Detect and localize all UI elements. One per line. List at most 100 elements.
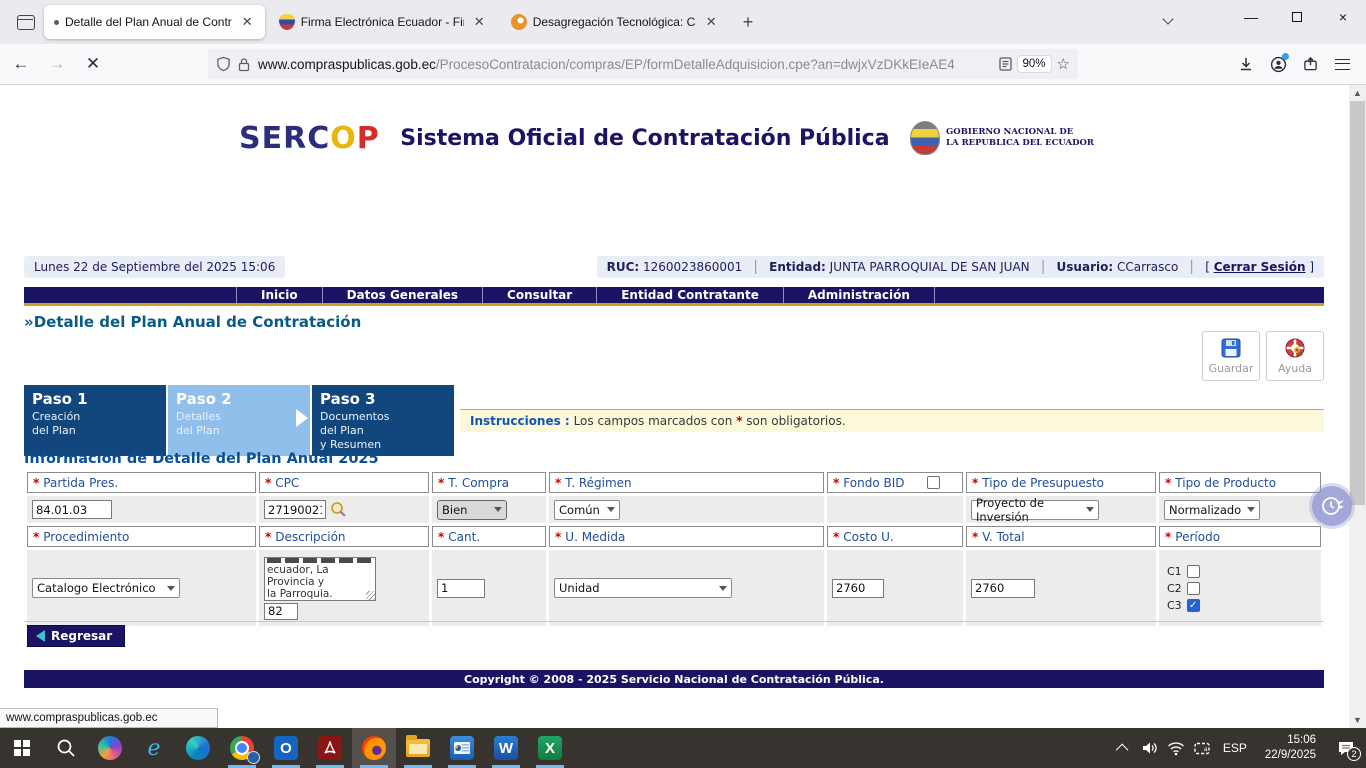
cpc-search-icon[interactable] <box>330 501 347 518</box>
search-button[interactable] <box>44 728 88 768</box>
logout-link[interactable]: Cerrar Sesión <box>1214 260 1306 274</box>
edge-button[interactable] <box>176 728 220 768</box>
internet-explorer-button[interactable]: e <box>132 728 176 768</box>
periodo-c1-checkbox[interactable] <box>1187 565 1200 578</box>
presentation-app-icon <box>450 736 474 760</box>
menu-item-consultar[interactable]: Consultar <box>482 287 596 303</box>
url-text[interactable]: www.compraspublicas.gob.ec/ProcesoContra… <box>258 57 999 72</box>
page-scrollbar[interactable]: ▲ ▼ <box>1349 85 1366 728</box>
main-menu: Inicio Datos Generales Consultar Entidad… <box>24 287 1324 306</box>
v-total-input[interactable] <box>971 579 1035 598</box>
downloads-icon[interactable] <box>1230 49 1262 79</box>
tab-close-icon[interactable]: ✕ <box>702 12 721 32</box>
save-button[interactable]: Guardar <box>1202 331 1260 381</box>
menu-item-inicio[interactable]: Inicio <box>236 287 322 303</box>
resize-grip-icon[interactable] <box>366 591 375 600</box>
presentation-app-button[interactable] <box>440 728 484 768</box>
start-button[interactable] <box>0 728 44 768</box>
step-3[interactable]: Paso 3 Documentos del Plan y Resumen <box>312 385 454 456</box>
partida-pres-input[interactable] <box>32 500 112 519</box>
forward-button[interactable]: → <box>42 50 72 78</box>
firefox-view-icon[interactable] <box>12 9 38 35</box>
tab-close-icon[interactable]: ✕ <box>238 12 257 32</box>
cell-tipo-producto: Normalizado <box>1159 496 1321 523</box>
save-to-pocket-icon[interactable] <box>1294 49 1326 79</box>
page-header: SERCOP Sistema Oficial de Contratación P… <box>24 103 1324 173</box>
display-cast-icon[interactable]: a <box>1189 728 1215 768</box>
cpc-input[interactable] <box>264 500 326 519</box>
maximize-button[interactable] <box>1274 0 1320 34</box>
tab-firma-electronica[interactable]: Firma Electrónica Ecuador - Firn ✕ <box>269 5 497 39</box>
header-procedimiento: *Procedimiento <box>27 526 256 547</box>
zoom-level-badge[interactable]: 90% <box>1018 56 1051 72</box>
cell-fondo-bid <box>827 496 963 523</box>
acrobat-icon <box>318 736 342 760</box>
header-costo-u: *Costo U. <box>827 526 963 547</box>
file-explorer-button[interactable] <box>396 728 440 768</box>
account-icon[interactable] <box>1262 49 1294 79</box>
menu-item-datos-generales[interactable]: Datos Generales <box>322 287 482 303</box>
procedimiento-select[interactable]: Catalogo Electrónico <box>32 578 180 598</box>
cell-t-compra: Bien <box>432 496 546 523</box>
back-button[interactable]: ← <box>6 50 36 78</box>
u-medida-select[interactable]: Unidad <box>554 578 732 598</box>
chrome-button[interactable] <box>220 728 264 768</box>
menu-icon[interactable] <box>1326 49 1358 79</box>
acrobat-button[interactable] <box>308 728 352 768</box>
t-compra-select[interactable]: Bien <box>437 500 507 520</box>
tipo-presupuesto-select[interactable]: Proyecto de Inversión <box>971 500 1099 520</box>
clock[interactable]: 15:06 22/9/2025 <box>1255 733 1326 763</box>
minimize-button[interactable]: — <box>1228 0 1274 34</box>
internet-explorer-icon: e <box>147 736 160 761</box>
tracking-shield-icon[interactable] <box>216 56 231 72</box>
browser-tab-strip: Detalle del Plan Anual de Contr ✕ Firma … <box>0 0 1366 44</box>
floating-timer-widget[interactable] <box>1312 486 1352 526</box>
tray-chevron-up-icon[interactable] <box>1111 728 1137 768</box>
tab-desagregacion[interactable]: Desagregación Tecnológica: Cál ✕ <box>501 5 729 39</box>
t-regimen-select[interactable]: Común <box>554 500 620 520</box>
step-2-current[interactable]: Paso 2 Detalles del Plan <box>168 385 310 456</box>
descripcion-extra-input[interactable] <box>264 603 298 620</box>
tab-detalle-plan[interactable]: Detalle del Plan Anual de Contr ✕ <box>44 5 265 39</box>
help-button[interactable]: Ayuda <box>1266 331 1324 381</box>
system-tray: a ESP 15:06 22/9/2025 2 <box>1111 728 1366 768</box>
cell-cpc <box>259 496 429 523</box>
language-indicator[interactable]: ESP <box>1215 741 1255 755</box>
scroll-down-icon[interactable]: ▼ <box>1349 712 1366 728</box>
costo-u-input[interactable] <box>832 579 884 598</box>
periodo-c3-checkbox[interactable] <box>1187 599 1200 612</box>
copilot-button[interactable] <box>88 728 132 768</box>
tipo-producto-select[interactable]: Normalizado <box>1164 500 1260 520</box>
firefox-button[interactable] <box>352 728 396 768</box>
menu-item-entidad-contratante[interactable]: Entidad Contratante <box>596 287 783 303</box>
scroll-up-icon[interactable]: ▲ <box>1349 85 1366 101</box>
cell-cant <box>432 550 546 626</box>
step-1[interactable]: Paso 1 Creación del Plan <box>24 385 166 456</box>
lock-icon[interactable] <box>238 57 250 72</box>
cantidad-input[interactable] <box>437 579 485 598</box>
list-tabs-chevron-icon[interactable] <box>1164 14 1174 24</box>
toolbar-right-buttons <box>1230 49 1358 79</box>
file-explorer-icon <box>406 739 430 757</box>
wifi-icon[interactable] <box>1163 728 1189 768</box>
volume-icon[interactable] <box>1137 728 1163 768</box>
fondo-bid-checkbox[interactable] <box>927 476 940 489</box>
menu-item-administracion[interactable]: Administración <box>783 287 935 303</box>
reader-mode-icon[interactable] <box>999 57 1012 71</box>
regresar-button[interactable]: Regresar <box>27 625 125 647</box>
bookmark-star-icon[interactable]: ☆ <box>1057 55 1070 73</box>
notification-center-button[interactable]: 2 <box>1326 728 1366 768</box>
descripcion-textarea[interactable]: ecuador, La Provincia y la Parroquia. <box>264 557 376 601</box>
new-tab-button[interactable]: + <box>733 12 764 33</box>
periodo-c2-checkbox[interactable] <box>1187 582 1200 595</box>
word-button[interactable]: W <box>484 728 528 768</box>
scrollbar-thumb[interactable] <box>1350 101 1365 505</box>
outlook-button[interactable]: O <box>264 728 308 768</box>
excel-button[interactable]: X <box>528 728 572 768</box>
stop-loading-icon[interactable]: ✕ <box>78 50 108 78</box>
url-bar[interactable]: www.compraspublicas.gob.ec/ProcesoContra… <box>208 49 1078 79</box>
close-window-button[interactable]: × <box>1320 0 1366 34</box>
tab-close-icon[interactable]: ✕ <box>470 12 489 32</box>
action-buttons: Guardar Ayuda <box>24 331 1324 381</box>
wizard-steps: Paso 1 Creación del Plan Paso 2 Detalles… <box>24 385 1324 456</box>
